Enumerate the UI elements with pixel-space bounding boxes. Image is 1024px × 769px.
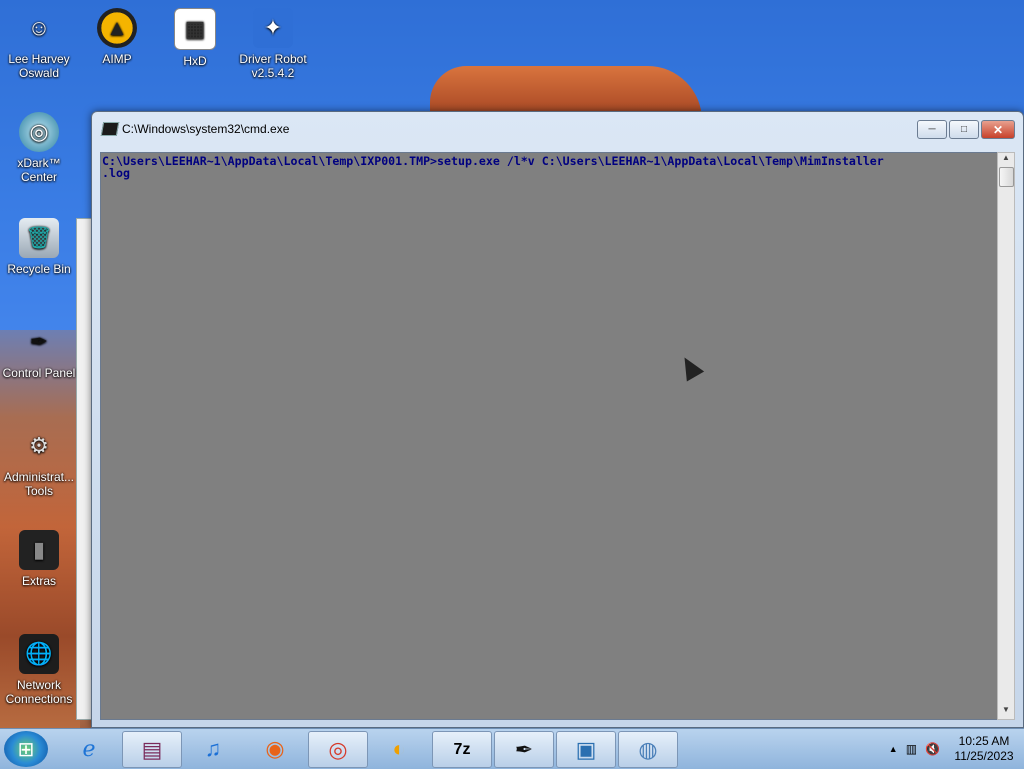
desktop-icon-label: Network Connections — [5, 678, 73, 706]
chrome-icon[interactable]: ◎ — [308, 731, 368, 768]
window-titlebar[interactable]: C:\Windows\system32\cmd.exe ─ □ ✕ — [92, 112, 1023, 144]
volume-muted-icon[interactable]: 🔇 — [925, 742, 940, 756]
control-panel-taskbar-icon[interactable]: ✒ — [494, 731, 554, 768]
maximize-button[interactable]: □ — [949, 120, 979, 139]
gears-icon: ⚙ — [29, 433, 49, 458]
desktop-icon-aimp[interactable]: ▲ AIMP — [80, 8, 154, 66]
network-status-icon[interactable]: ▥ — [906, 742, 917, 756]
desktop-icon-recycle-bin[interactable]: 🗑 Recycle Bin — [2, 218, 76, 276]
aimp-taskbar-icon[interactable]: ◐ — [370, 731, 428, 766]
clock-date: 11/25/2023 — [954, 749, 1014, 763]
window-title: C:\Windows\system32\cmd.exe — [122, 122, 290, 136]
user-icon: ☺ — [27, 15, 51, 40]
clock[interactable]: 10:25 AM 11/25/2023 — [944, 734, 1024, 764]
7zip-icon[interactable]: 7z — [432, 731, 492, 768]
recycle-bin-icon: 🗑 — [19, 218, 59, 258]
installer-icon[interactable]: ◍ — [618, 731, 678, 768]
desktop-icon-administrative-tools[interactable]: ⚙ Administrat... Tools — [2, 426, 76, 499]
desktop-icon-label: Driver Robot v2.5.4.2 — [239, 52, 307, 80]
desktop-icon-label: HxD — [183, 54, 207, 68]
desktop-icon-control-panel[interactable]: ✒ Control Panel — [2, 322, 76, 381]
desktop-icon-driver-robot[interactable]: ✦ Driver Robot v2.5.4.2 — [236, 8, 310, 80]
hxd-icon: ▦ — [174, 8, 216, 50]
folder-icon: ▮ — [19, 530, 59, 570]
clock-time: 10:25 AM — [958, 734, 1010, 748]
console-output-area[interactable]: C:\Users\LEEHAR~1\AppData\Local\Temp\IXP… — [100, 152, 1000, 720]
start-button[interactable]: ⊞ — [4, 731, 48, 767]
desktop-icon-network-connections[interactable]: 🌐 Network Connections — [2, 634, 76, 706]
tray-expand-icon[interactable]: ▲ — [889, 744, 898, 754]
scroll-down-arrow-icon[interactable]: ▼ — [998, 705, 1014, 719]
desktop-icon-label: AIMP — [102, 52, 132, 66]
taskbar: ⊞ ℯ ▤ ♫ ◉ ◎ ◐ 7z ✒ ▣ ◍ ▲ ▥ 🔇 10:25 AM 11… — [0, 728, 1024, 769]
aimp-icon: ▲ — [97, 8, 137, 48]
desktop-icon-lee-harvey-oswald[interactable]: ☺ Lee Harvey Oswald — [2, 8, 76, 81]
monitor-icon[interactable]: ▣ — [556, 731, 616, 768]
vertical-scrollbar[interactable]: ▲ ▼ — [997, 152, 1015, 720]
scroll-up-arrow-icon[interactable]: ▲ — [998, 153, 1014, 167]
minimize-button[interactable]: ─ — [917, 120, 947, 139]
console-text: C:\Users\LEEHAR~1\AppData\Local\Temp\IXP… — [102, 154, 884, 180]
desktop-icon-label: Lee Harvey Oswald — [8, 52, 70, 80]
system-tray: ▲ ▥ 🔇 10:25 AM 11/25/2023 — [885, 729, 1024, 769]
cmd-window[interactable]: C:\Windows\system32\cmd.exe ─ □ ✕ C:\Use… — [91, 111, 1024, 728]
close-button[interactable]: ✕ — [981, 120, 1015, 139]
control-panel-icon: ✒ — [29, 329, 49, 354]
desktop-icon-label: Administrat... Tools — [3, 470, 75, 498]
itunes-icon[interactable]: ♫ — [184, 731, 242, 766]
winrar-icon[interactable]: ▤ — [122, 731, 182, 768]
desktop-icon-label: Extras — [21, 574, 56, 588]
desktop-icon-extras[interactable]: ▮ Extras — [2, 530, 76, 588]
driver-robot-icon: ✦ — [253, 8, 293, 48]
xdark-center-icon: ◎ — [19, 112, 59, 152]
internet-explorer-icon[interactable]: ℯ — [60, 731, 118, 766]
desktop-icon-label: Recycle Bin — [7, 262, 71, 276]
cmd-icon — [100, 122, 120, 136]
desktop-icon-label: xDark™ Center — [17, 156, 61, 184]
desktop-icon-xdark-center[interactable]: ◎ xDark™ Center — [2, 112, 76, 184]
scrollbar-thumb[interactable] — [999, 167, 1014, 187]
desktop-icon-label: Control Panel — [2, 366, 76, 380]
network-globe-icon: 🌐 — [19, 634, 59, 674]
firefox-icon[interactable]: ◉ — [246, 731, 304, 766]
desktop-icon-hxd[interactable]: ▦ HxD — [158, 8, 232, 68]
